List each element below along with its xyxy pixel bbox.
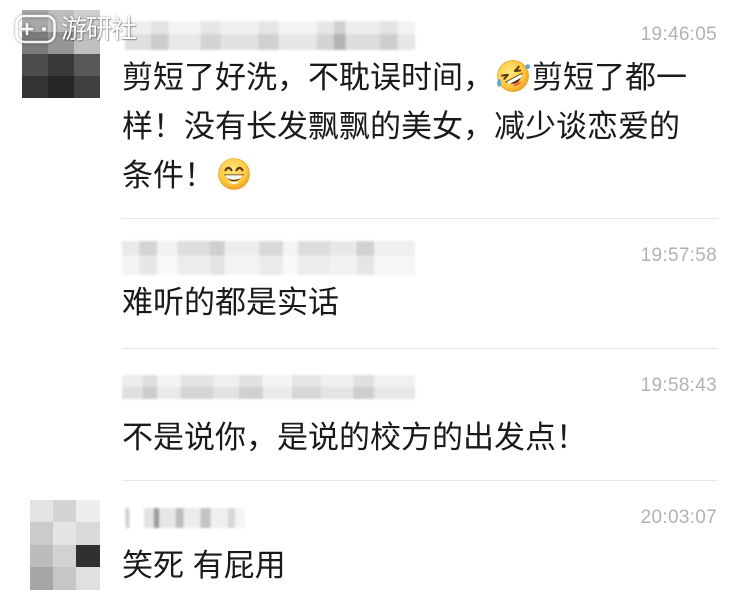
message-text-segment: 剪短了好洗，不耽误时间， [122, 60, 494, 95]
message-line: 难听的都是实话 [122, 278, 339, 327]
message-line: 不是说你，是说的校方的出发点！ [122, 413, 587, 462]
message-text-segment: 条件！ [122, 158, 215, 193]
message-timestamp: 19:46:05 [640, 24, 717, 45]
message-text: 难听的都是实话 [122, 278, 339, 327]
message-timestamp: 19:57:58 [640, 245, 717, 266]
rolling-on-the-floor-laughing-emoji-icon [495, 58, 531, 94]
message-text-segment: 剪短了都一 [532, 60, 687, 95]
message-text: 不是说你，是说的校方的出发点！ [122, 413, 587, 462]
divider [122, 348, 718, 349]
watermark-text: 游研社 [61, 14, 137, 44]
message-line: 剪短了好洗，不耽误时间， 剪短了都一 [122, 53, 687, 102]
blurred-sender-name [122, 375, 415, 399]
grinning-emoji-icon [216, 156, 252, 192]
message-timestamp: 20:03:07 [640, 507, 717, 528]
message-timestamp: 19:58:43 [640, 375, 717, 396]
divider [122, 480, 718, 481]
comment-thread: 19:46:05 剪短了好洗，不耽误时间， 剪短了都一 样！没有长发飘飘的美女，… [0, 0, 750, 603]
watermark: 游研社 [14, 12, 137, 46]
blurred-sender-name [122, 241, 415, 275]
message-text-segment: 笑死 有屁用 [122, 548, 286, 583]
message-line: 样！没有长发飘飘的美女，减少谈恋爱的 [122, 102, 687, 151]
message-line: 笑死 有屁用 [122, 541, 286, 590]
message-text-segment: 样！没有长发飘飘的美女，减少谈恋爱的 [122, 109, 680, 144]
message-line: 条件！ [122, 151, 687, 200]
message-text: 笑死 有屁用 [122, 541, 286, 590]
avatar[interactable] [30, 500, 100, 590]
gamepad-logo-icon [14, 12, 58, 46]
blurred-sender-name [125, 21, 415, 50]
blurred-sender-name [122, 508, 245, 528]
message-text: 剪短了好洗，不耽误时间， 剪短了都一 样！没有长发飘飘的美女，减少谈恋爱的 条件… [122, 53, 687, 200]
message-text-segment: 不是说你，是说的校方的出发点！ [122, 420, 587, 455]
message-text-segment: 难听的都是实话 [122, 285, 339, 320]
divider [122, 218, 718, 219]
